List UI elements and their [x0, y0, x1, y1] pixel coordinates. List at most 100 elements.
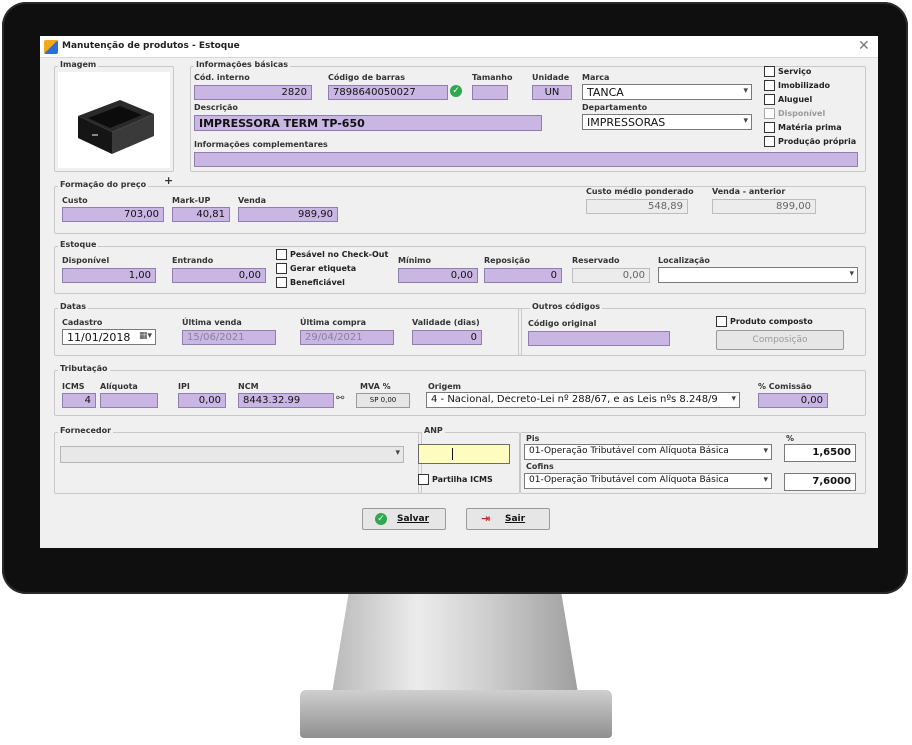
commission-label: % Comissão [758, 382, 812, 391]
composite-product-label: Produto composto [730, 317, 813, 326]
supplier-select[interactable]: ▾ [60, 446, 404, 463]
markup-field[interactable]: 40,81 [172, 207, 230, 222]
beneficiable-checkbox[interactable] [276, 277, 287, 288]
mva-label: MVA % [360, 382, 391, 391]
product-image[interactable] [58, 72, 170, 168]
additional-info-field[interactable] [194, 152, 858, 167]
incoming-field[interactable]: 0,00 [172, 268, 266, 283]
available-checkbox[interactable] [764, 108, 775, 119]
exit-button[interactable]: ⇥ Sair [466, 508, 550, 530]
calendar-icon: ▦▾ [138, 331, 152, 341]
barcode-field[interactable]: 7898640050027 [328, 85, 448, 100]
application-window: Manutenção de produtos - Estoque ✕ Image… [40, 36, 878, 548]
minimum-field[interactable]: 0,00 [398, 268, 478, 283]
original-code-field[interactable] [528, 331, 670, 346]
average-cost-label: Custo médio ponderado [586, 187, 694, 196]
beneficiable-label: Beneficiável [290, 278, 345, 287]
sale-price-field[interactable]: 989,90 [238, 207, 338, 222]
raw-material-label: Matéria prima [778, 123, 842, 132]
other-codes-label: Outros códigos [530, 302, 602, 311]
dates-label: Datas [58, 302, 89, 311]
sale-price-label: Venda [238, 196, 266, 205]
pricing-plus-icon[interactable]: + [164, 174, 173, 187]
ncm-lookup-icon[interactable]: ⚯ [336, 393, 344, 404]
unit-field[interactable]: UN [532, 85, 572, 100]
available-stock-field[interactable]: 1,00 [62, 268, 156, 283]
window-title: Manutenção de produtos - Estoque [62, 41, 240, 51]
available-label: Disponível [778, 109, 826, 118]
rental-label: Aluguel [778, 95, 813, 104]
chevron-down-icon: ▾ [731, 394, 736, 404]
ncm-field[interactable]: 8443.32.99 [238, 393, 334, 408]
taxation-label: Tributação [58, 364, 110, 373]
last-sale-label: Última venda [182, 318, 242, 327]
origin-value: 4 - Nacional, Decreto-Lei nº 288/67, e a… [431, 394, 718, 405]
rate-label: Alíquota [100, 382, 138, 391]
internal-code-field[interactable]: 2820 [194, 85, 312, 100]
additional-info-label: Informações complementares [194, 140, 328, 149]
check-icon: ✓ [375, 513, 387, 525]
origin-label: Origem [428, 382, 461, 391]
chevron-down-icon: ▾ [395, 448, 400, 458]
brand-label: Marca [582, 73, 610, 82]
generate-label-label: Gerar etiqueta [290, 264, 357, 273]
icms-field[interactable]: 4 [62, 393, 96, 408]
mva-button[interactable]: SP 0,00 [356, 393, 410, 408]
location-select[interactable]: ▾ [658, 267, 858, 283]
own-production-checkbox[interactable] [764, 136, 775, 147]
cost-field[interactable]: 703,00 [62, 207, 164, 222]
printer-photo [78, 100, 154, 154]
origin-select[interactable]: 4 - Nacional, Decreto-Lei nº 288/67, e a… [426, 392, 740, 408]
supplier-label: Fornecedor [58, 426, 114, 435]
chevron-down-icon: ▾ [849, 269, 854, 279]
generate-label-checkbox[interactable] [276, 263, 287, 274]
replenishment-field[interactable]: 0 [484, 268, 562, 283]
previous-sale-label: Venda - anterior [712, 187, 786, 196]
department-select[interactable]: IMPRESSORAS ▾ [582, 114, 752, 130]
fixed-asset-checkbox[interactable] [764, 80, 775, 91]
exit-door-icon: ⇥ [481, 512, 491, 525]
close-icon[interactable]: ✕ [858, 38, 870, 54]
rate-field[interactable] [100, 393, 158, 408]
cost-label: Custo [62, 196, 88, 205]
commission-field[interactable]: 0,00 [758, 393, 828, 408]
anp-label: ANP [422, 426, 445, 435]
pricing-label: Formação do preço [58, 180, 149, 189]
brand-select[interactable]: TANCA ▾ [582, 84, 752, 100]
reserved-field: 0,00 [572, 268, 650, 283]
pis-select[interactable]: 01-Operação Tributável com Alíquota Bási… [524, 444, 772, 460]
composite-product-checkbox[interactable] [716, 316, 727, 327]
icms-sharing-checkbox[interactable] [418, 474, 429, 485]
cofins-percent-field[interactable]: 7,6000 [784, 473, 856, 491]
save-button[interactable]: ✓ Salvar [362, 508, 446, 530]
ipi-field[interactable]: 0,00 [178, 393, 226, 408]
weighable-checkbox[interactable] [276, 249, 287, 260]
last-purchase-label: Última compra [300, 318, 366, 327]
validity-field[interactable]: 0 [412, 330, 482, 345]
description-field[interactable]: IMPRESSORA TERM TP-650 [194, 115, 542, 131]
pis-percent-field[interactable]: 1,6500 [784, 444, 856, 462]
pis-label: Pis [526, 434, 540, 443]
last-purchase-field: 29/04/2021 [300, 330, 394, 345]
chevron-down-icon: ▾ [743, 116, 748, 126]
minimum-label: Mínimo [398, 256, 431, 265]
department-value: IMPRESSORAS [587, 116, 666, 129]
description-label: Descrição [194, 103, 238, 112]
service-checkbox[interactable] [764, 66, 775, 77]
rental-checkbox[interactable] [764, 94, 775, 105]
cofins-value: 01-Operação Tributável com Alíquota Bási… [529, 475, 729, 485]
service-label: Serviço [778, 67, 812, 76]
size-field[interactable] [472, 85, 508, 100]
own-production-label: Produção própria [778, 137, 857, 146]
monitor-stand-neck [330, 585, 580, 705]
size-label: Tamanho [472, 73, 513, 82]
original-code-label: Código original [528, 319, 597, 328]
pis-value: 01-Operação Tributável com Alíquota Bási… [529, 446, 729, 456]
app-logo-icon [44, 40, 58, 54]
registration-date-picker[interactable]: 11/01/2018 ▦▾ [62, 329, 156, 345]
department-label: Departamento [582, 103, 648, 112]
anp-field[interactable] [418, 444, 510, 464]
composition-button[interactable]: Composição [716, 330, 844, 350]
cofins-select[interactable]: 01-Operação Tributável com Alíquota Bási… [524, 473, 772, 489]
raw-material-checkbox[interactable] [764, 122, 775, 133]
